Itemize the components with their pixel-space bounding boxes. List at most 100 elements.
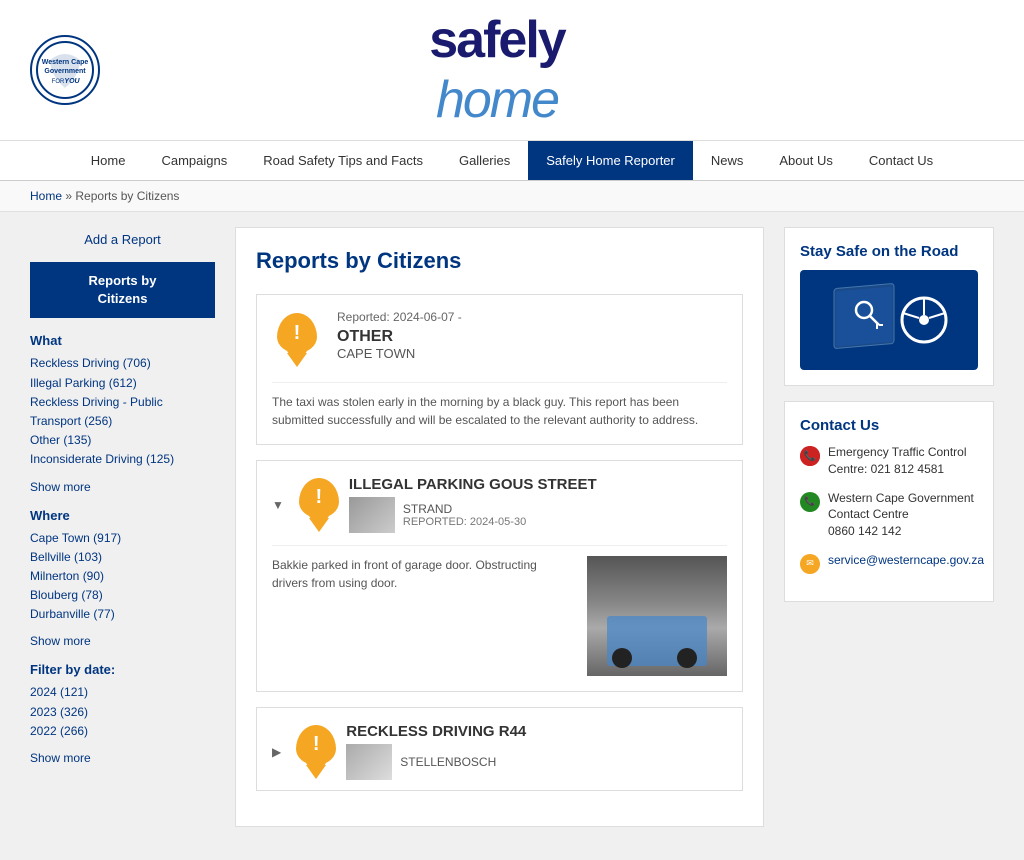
collapse-arrow-3[interactable]: ▶ (272, 745, 281, 759)
site-title-home: home (429, 70, 564, 130)
sidebar-where-show-more[interactable]: Show more (30, 634, 215, 648)
logo-area: Western Cape Government FOR YOU (30, 35, 100, 105)
exclaim-icon-1: ! (294, 322, 301, 345)
nav-item-home[interactable]: Home (73, 141, 144, 180)
sidebar-date-list: 2024 (121) 2023 (326) 2022 (266) (30, 683, 215, 741)
report-header-1: ! Reported: 2024-06-07 - OTHER CAPE TOWN (272, 310, 727, 370)
list-item: Cape Town (917) (30, 529, 215, 548)
sidebar-date-2022[interactable]: 2022 (266) (30, 722, 215, 741)
email-link[interactable]: service@westerncape.gov.za (828, 553, 984, 567)
list-item: Illegal Parking (612) (30, 374, 215, 393)
nav-item-contact[interactable]: Contact Us (851, 141, 951, 180)
sidebar-what-inconsiderate[interactable]: Inconsiderate Driving (125) (30, 450, 215, 469)
page-title: Reports by Citizens (256, 248, 743, 274)
reports-by-citizens-button[interactable]: Reports byCitizens (30, 262, 215, 318)
list-item: Other (135) (30, 431, 215, 450)
report-sublocation-3: STELLENBOSCH (400, 755, 496, 769)
nav-link-about[interactable]: About Us (761, 141, 850, 180)
report-body-1: The taxi was stolen early in the morning… (272, 382, 727, 429)
sidebar-where-heading: Where (30, 508, 215, 523)
contact-dot-red: 📞 (800, 446, 820, 466)
nav-link-campaigns[interactable]: Campaigns (143, 141, 245, 180)
report-card-1: ! Reported: 2024-06-07 - OTHER CAPE TOWN… (256, 294, 743, 445)
sidebar-where-section: Where Cape Town (917) Bellville (103) Mi… (30, 508, 215, 649)
sidebar-what-section: What Reckless Driving (706) Illegal Park… (30, 333, 215, 493)
contact-item-emergency: 📞 Emergency Traffic Control Centre: 021 … (800, 444, 978, 478)
report-pin-icon-2: ! (299, 478, 339, 532)
report-meta-3: RECKLESS DRIVING R44 STELLENBOSCH (346, 723, 727, 780)
nav-link-galleries[interactable]: Galleries (441, 141, 528, 180)
report-subtitle-2: STRAND REPORTED: 2024-05-30 (349, 497, 727, 533)
report-header-2: ▼ ! ILLEGAL PARKING GOUS STREET STRAND (272, 476, 727, 533)
sidebar-what-reckless-public[interactable]: Reckless Driving - Public Transport (256… (30, 393, 215, 431)
nav-item-galleries[interactable]: Galleries (441, 141, 528, 180)
contact-title: Contact Us (800, 417, 978, 434)
svg-text:Western Cape: Western Cape (42, 59, 89, 66)
main-layout: Add a Report Reports byCitizens What Rec… (0, 212, 1024, 842)
road-safety-svg (819, 275, 959, 365)
nav-item-campaigns[interactable]: Campaigns (143, 141, 245, 180)
logo-box: Western Cape Government FOR YOU (30, 35, 100, 105)
sidebar-what-other[interactable]: Other (135) (30, 431, 215, 450)
sidebar-what-reckless[interactable]: Reckless Driving (706) (30, 354, 215, 373)
wcg-label: Western Cape Government Contact Centre (828, 490, 978, 524)
report-location-1: CAPE TOWN (337, 346, 727, 361)
contact-dot-orange: ✉ (800, 554, 820, 574)
stay-safe-widget: Stay Safe on the Road (784, 227, 994, 386)
contact-item-email: ✉ service@westerncape.gov.za (800, 552, 978, 574)
report-subtitle-3: STELLENBOSCH (346, 744, 727, 780)
report-thumb-2 (349, 497, 395, 533)
nav-link-safely-home[interactable]: Safely Home Reporter (528, 141, 693, 180)
sidebar-what-heading: What (30, 333, 215, 348)
report-pin-icon-3: ! (296, 725, 336, 779)
pin-orange-3: ! (296, 725, 336, 765)
sidebar-date-heading: Filter by date: (30, 662, 215, 677)
nav-item-safely-home[interactable]: Safely Home Reporter (528, 141, 693, 180)
report-meta-2: ILLEGAL PARKING GOUS STREET STRAND REPOR… (349, 476, 727, 533)
contact-item-wcg: 📞 Western Cape Government Contact Centre… (800, 490, 978, 540)
contact-dot-green: 📞 (800, 492, 820, 512)
car-wheel1 (612, 648, 632, 668)
list-item: Reckless Driving (706) (30, 354, 215, 373)
sidebar-where-durbanville[interactable]: Durbanville (77) (30, 605, 215, 624)
report-image-2 (587, 556, 727, 676)
list-item: 2023 (326) (30, 703, 215, 722)
pin-orange-1: ! (277, 313, 317, 353)
sidebar-date-2024[interactable]: 2024 (121) (30, 683, 215, 702)
email-icon: ✉ (806, 558, 814, 569)
road-safety-image (800, 270, 978, 370)
nav-link-home[interactable]: Home (73, 141, 144, 180)
breadcrumb-home-link[interactable]: Home (30, 189, 62, 203)
sidebar-what-illegal-parking[interactable]: Illegal Parking (612) (30, 374, 215, 393)
list-item: Inconsiderate Driving (125) (30, 450, 215, 469)
sidebar-where-milnerton[interactable]: Milnerton (90) (30, 567, 215, 586)
wcg-number: 0860 142 142 (828, 523, 978, 540)
sidebar-date-show-more[interactable]: Show more (30, 751, 215, 765)
sidebar-where-capetown[interactable]: Cape Town (917) (30, 529, 215, 548)
nav-item-news[interactable]: News (693, 141, 762, 180)
report-meta-1: Reported: 2024-06-07 - OTHER CAPE TOWN (337, 310, 727, 361)
nav-link-contact[interactable]: Contact Us (851, 141, 951, 180)
breadcrumb: Home » Reports by Citizens (0, 181, 1024, 212)
contact-text-email: service@westerncape.gov.za (828, 552, 984, 569)
nav-item-about[interactable]: About Us (761, 141, 850, 180)
exclaim-icon-3: ! (313, 733, 320, 756)
add-report-link[interactable]: Add a Report (30, 227, 215, 252)
header: Western Cape Government FOR YOU safely h… (0, 0, 1024, 141)
sidebar-what-show-more[interactable]: Show more (30, 480, 215, 494)
list-item: 2022 (266) (30, 722, 215, 741)
nav-link-road-safety[interactable]: Road Safety Tips and Facts (245, 141, 441, 180)
report-reported-2: REPORTED: 2024-05-30 (403, 516, 526, 528)
list-item: Durbanville (77) (30, 605, 215, 624)
report-date-1: Reported: 2024-06-07 - (337, 310, 727, 324)
sidebar-where-blouberg[interactable]: Blouberg (78) (30, 586, 215, 605)
emergency-label: Emergency Traffic Control Centre: 021 81… (828, 445, 967, 476)
sidebar-where-bellville[interactable]: Bellville (103) (30, 548, 215, 567)
collapse-arrow-2[interactable]: ▼ (272, 498, 284, 512)
nav-link-news[interactable]: News (693, 141, 762, 180)
sidebar-date-2023[interactable]: 2023 (326) (30, 703, 215, 722)
sidebar: Add a Report Reports byCitizens What Rec… (30, 227, 215, 827)
phone-icon: 📞 (804, 451, 816, 462)
nav-item-road-safety[interactable]: Road Safety Tips and Facts (245, 141, 441, 180)
contact-us-widget: Contact Us 📞 Emergency Traffic Control C… (784, 401, 994, 602)
